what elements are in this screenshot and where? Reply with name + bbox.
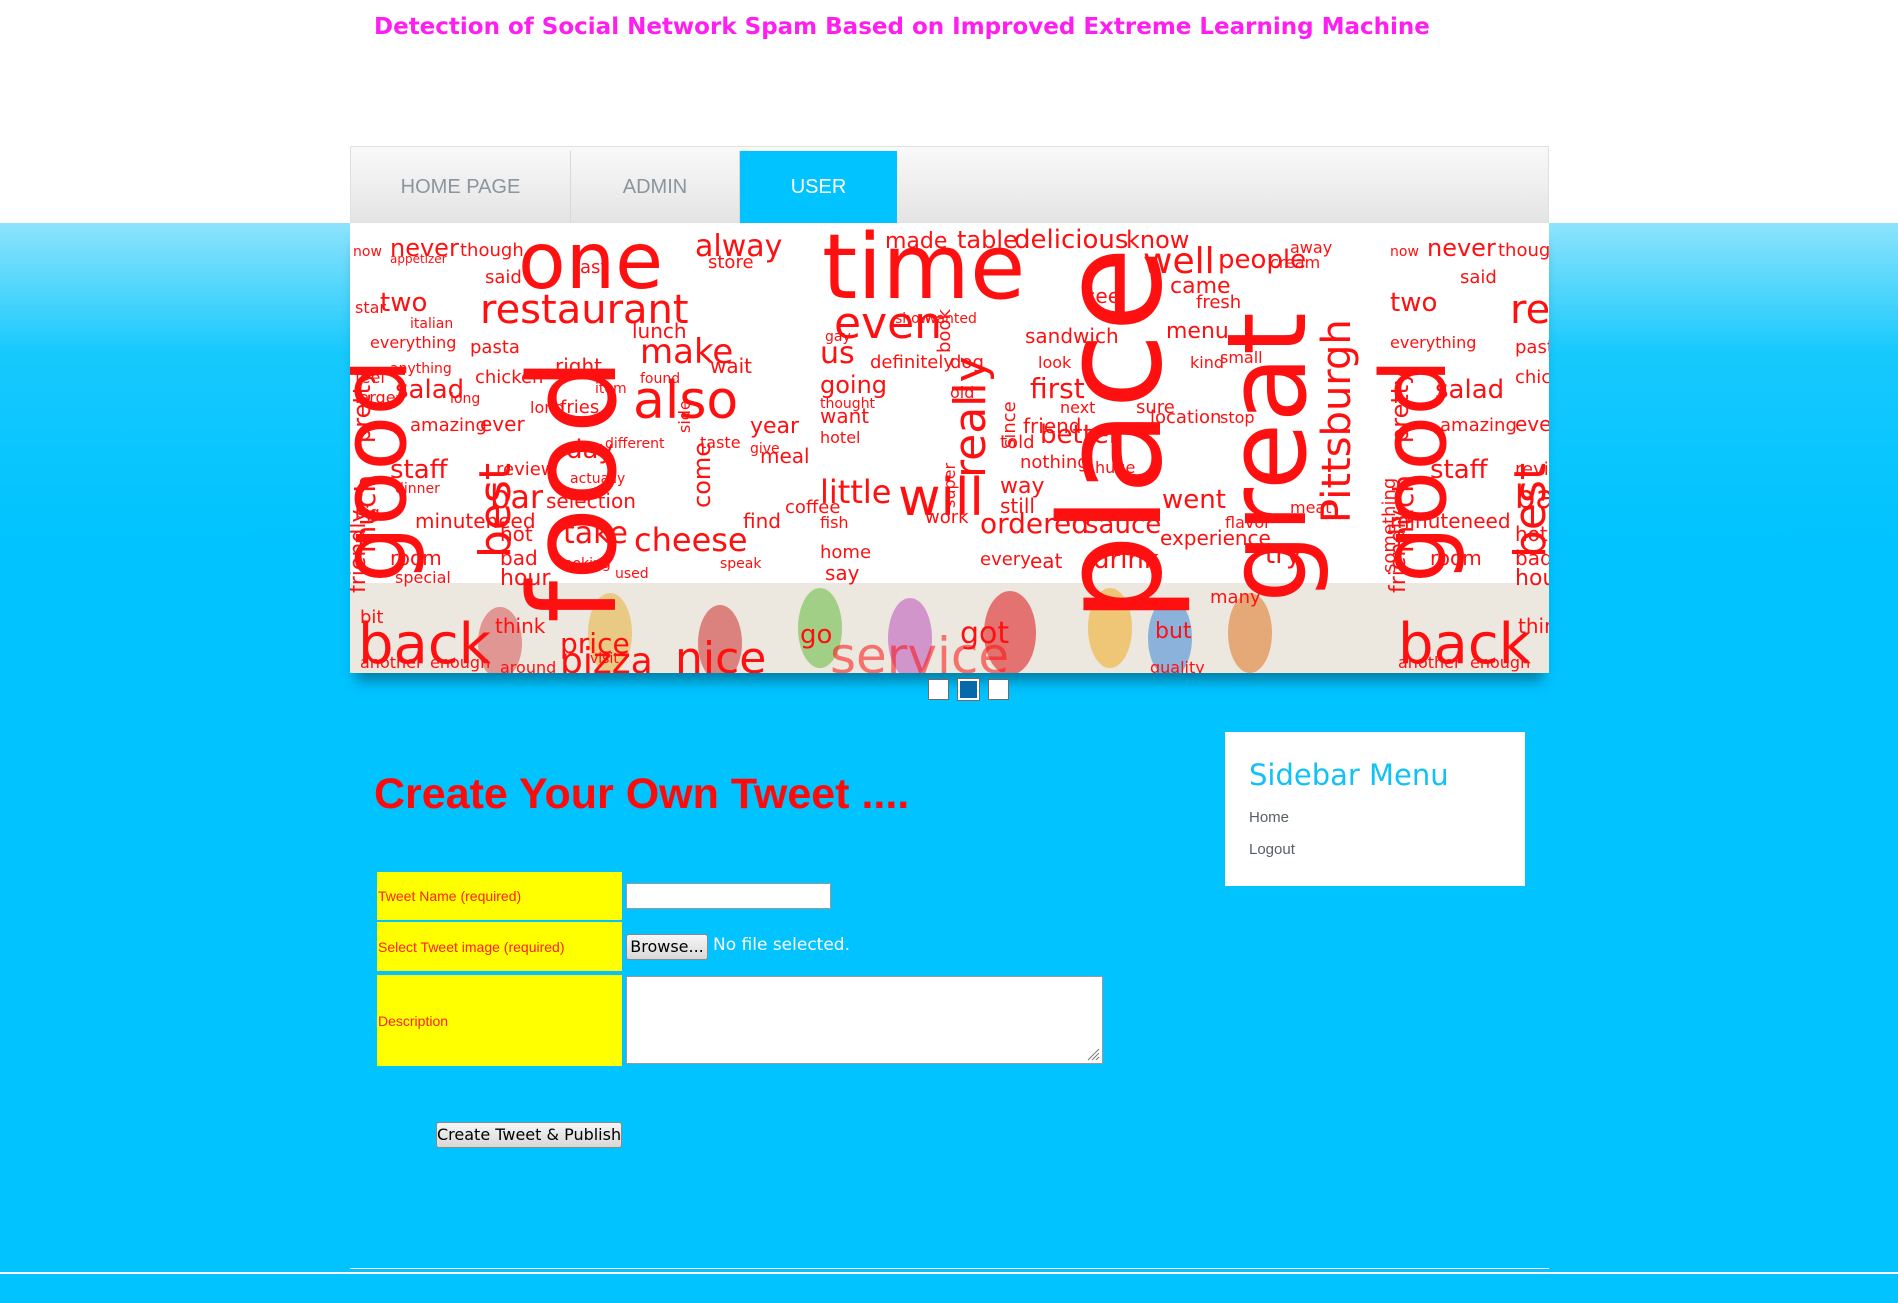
svg-text:friendly: friendly bbox=[350, 510, 371, 593]
svg-text:home: home bbox=[820, 542, 871, 563]
footer-rule bbox=[0, 1272, 1898, 1274]
svg-text:restau: restau bbox=[1510, 287, 1549, 333]
svg-text:every: every bbox=[980, 549, 1031, 570]
svg-text:everything: everything bbox=[1390, 333, 1476, 352]
tweet-name-label: Tweet Name (required) bbox=[377, 872, 622, 920]
svg-text:though: though bbox=[460, 240, 524, 261]
svg-text:work: work bbox=[925, 507, 969, 528]
svg-text:nice: nice bbox=[675, 633, 766, 673]
svg-text:appetizer: appetizer bbox=[390, 252, 447, 266]
svg-text:friendly: friendly bbox=[1386, 510, 1411, 593]
svg-text:going: going bbox=[820, 371, 887, 399]
svg-text:best: best bbox=[1505, 463, 1549, 558]
svg-text:side: side bbox=[675, 400, 694, 433]
svg-text:quality: quality bbox=[1150, 658, 1205, 673]
svg-text:last: last bbox=[575, 257, 607, 278]
svg-text:pretty: pretty bbox=[1386, 371, 1414, 443]
svg-text:italian: italian bbox=[410, 316, 453, 332]
nav-item-admin[interactable]: ADMIN bbox=[571, 151, 740, 224]
svg-text:made: made bbox=[885, 229, 947, 254]
svg-text:Pittsburgh: Pittsburgh bbox=[1314, 319, 1360, 523]
svg-text:chicken: chicken bbox=[1515, 367, 1549, 388]
svg-text:book: book bbox=[934, 309, 955, 353]
svg-text:gay: gay bbox=[825, 329, 851, 345]
nav-item-user[interactable]: USER bbox=[740, 151, 897, 224]
svg-text:come: come bbox=[688, 442, 716, 508]
svg-text:definitely: definitely bbox=[870, 352, 954, 373]
svg-text:visit: visit bbox=[590, 651, 619, 667]
svg-text:store: store bbox=[708, 252, 754, 273]
page-heading: Create Your Own Tweet .... bbox=[374, 770, 910, 818]
word-cloud-image: never now though one alway time made tab… bbox=[350, 223, 1549, 673]
svg-text:food: food bbox=[505, 358, 644, 623]
svg-text:think: think bbox=[1518, 614, 1549, 638]
svg-text:everything: everything bbox=[370, 333, 456, 352]
description-label: Description bbox=[377, 975, 622, 1066]
svg-text:away: away bbox=[1290, 238, 1332, 257]
create-tweet-button[interactable]: Create Tweet & Publish bbox=[436, 1122, 622, 1148]
tweet-name-input[interactable] bbox=[626, 883, 831, 909]
svg-text:now: now bbox=[1390, 244, 1419, 260]
svg-text:another: another bbox=[1398, 653, 1461, 672]
svg-text:thought: thought bbox=[820, 396, 876, 412]
svg-text:hotel: hotel bbox=[820, 428, 861, 447]
svg-text:still: still bbox=[1000, 494, 1035, 518]
svg-text:two: two bbox=[380, 288, 427, 318]
svg-text:around: around bbox=[500, 658, 556, 673]
svg-text:wait: wait bbox=[710, 354, 752, 378]
slide-dot-3[interactable] bbox=[988, 679, 1009, 700]
svg-text:place: place bbox=[1031, 246, 1194, 623]
svg-text:enough: enough bbox=[430, 653, 490, 672]
svg-text:fish: fish bbox=[820, 513, 849, 532]
svg-text:said: said bbox=[485, 267, 522, 288]
svg-text:say: say bbox=[825, 561, 860, 585]
svg-text:bit: bit bbox=[360, 607, 383, 628]
svg-text:since: since bbox=[999, 401, 1020, 448]
footer-divider bbox=[350, 1268, 1549, 1269]
resize-grip-icon[interactable] bbox=[1086, 1047, 1100, 1061]
browse-button[interactable]: Browse... bbox=[626, 934, 708, 960]
banner-slideshow: never now though one alway time made tab… bbox=[350, 223, 1549, 673]
slide-dot-2[interactable] bbox=[957, 678, 980, 701]
svg-text:long: long bbox=[450, 391, 480, 407]
file-status: No file selected. bbox=[713, 935, 850, 955]
svg-text:pasta: pasta bbox=[470, 337, 520, 358]
nav-item-home[interactable]: HOME PAGE bbox=[351, 151, 571, 224]
tweet-image-label: Select Tweet image (required) bbox=[377, 922, 622, 971]
slide-dot-1[interactable] bbox=[928, 679, 949, 700]
svg-text:pretty: pretty bbox=[350, 371, 376, 443]
svg-text:service: service bbox=[830, 627, 1009, 673]
sidebar-title: Sidebar Menu bbox=[1249, 758, 1449, 792]
svg-text:star: star bbox=[355, 298, 386, 317]
svg-text:though: though bbox=[1498, 240, 1549, 261]
svg-text:enough: enough bbox=[1470, 653, 1530, 672]
svg-text:said: said bbox=[1460, 267, 1497, 288]
svg-text:table: table bbox=[957, 226, 1018, 254]
svg-text:another: another bbox=[360, 653, 423, 672]
svg-text:speak: speak bbox=[720, 556, 762, 572]
svg-text:give: give bbox=[750, 441, 780, 457]
sidebar: Sidebar Menu Home Logout bbox=[1225, 732, 1525, 886]
svg-text:go: go bbox=[800, 620, 832, 650]
sidebar-link-home[interactable]: Home bbox=[1249, 809, 1289, 826]
svg-text:year: year bbox=[750, 414, 800, 439]
svg-text:ever: ever bbox=[1515, 412, 1549, 436]
svg-text:found: found bbox=[640, 371, 680, 387]
svg-text:really: really bbox=[945, 356, 996, 478]
svg-text:great: great bbox=[1203, 312, 1331, 603]
svg-text:cheese: cheese bbox=[634, 521, 748, 559]
svg-text:now: now bbox=[353, 244, 382, 260]
svg-text:two: two bbox=[1390, 288, 1437, 318]
svg-text:lunch: lunch bbox=[632, 319, 687, 343]
sidebar-link-logout[interactable]: Logout bbox=[1249, 841, 1295, 858]
site-title: Detection of Social Network Spam Based o… bbox=[374, 14, 1430, 40]
svg-text:find: find bbox=[743, 509, 781, 533]
svg-text:hour: hour bbox=[1515, 566, 1549, 591]
svg-text:pasta: pasta bbox=[1515, 337, 1549, 358]
svg-text:never: never bbox=[1427, 234, 1496, 262]
main-nav: HOME PAGE ADMIN USER bbox=[350, 146, 1549, 224]
description-textarea[interactable] bbox=[626, 976, 1103, 1064]
svg-text:super: super bbox=[940, 463, 959, 508]
